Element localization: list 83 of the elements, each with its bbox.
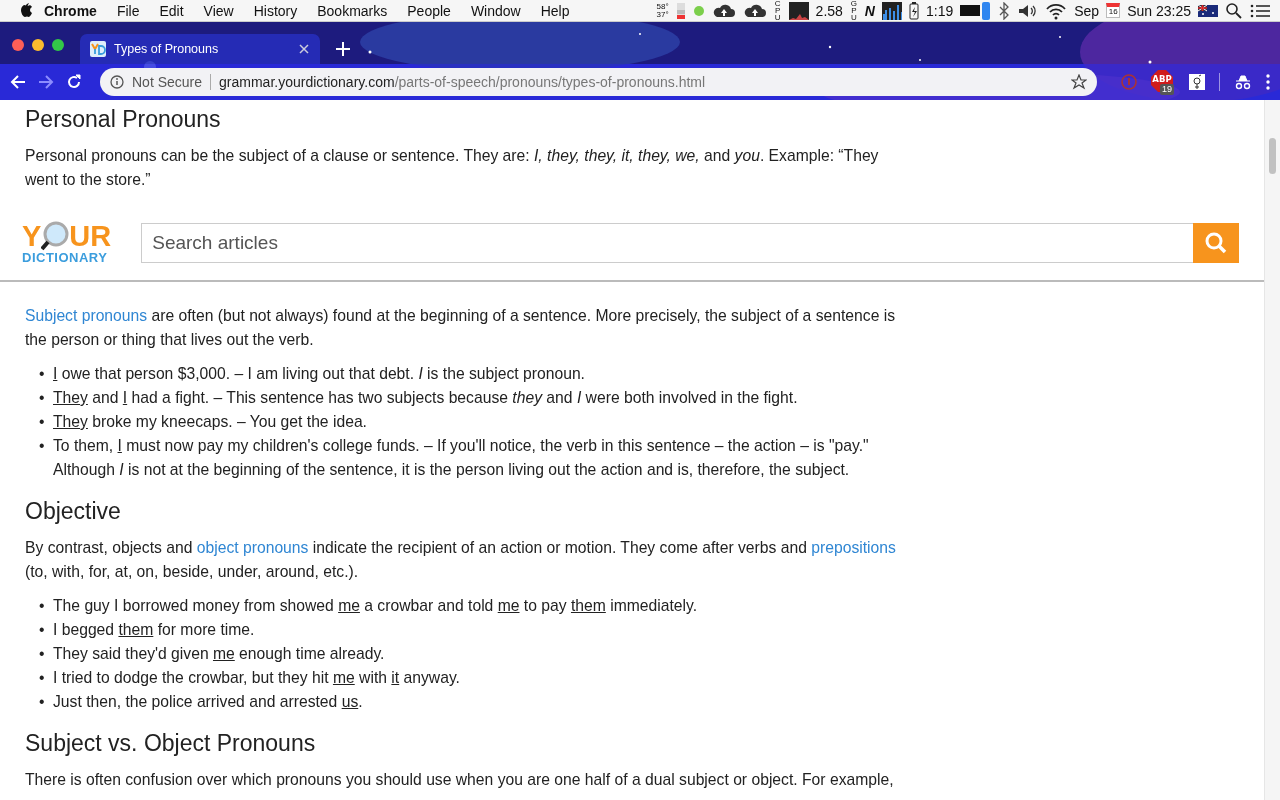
menu-item[interactable]: History: [243, 2, 308, 19]
search-field[interactable]: Search articles: [141, 222, 1193, 263]
close-window-button[interactable]: [12, 39, 24, 51]
zoom-window-button[interactable]: [52, 39, 64, 51]
search-icon: [1205, 231, 1227, 254]
scroll-thumb[interactable]: [1269, 138, 1276, 174]
paragraph: By contrast, objects and object pronouns indicate the recipient of an action or motion. They come after verbs and prepositions (to, with, for, at, on, beside, under, around, etc.).: [25, 538, 897, 582]
temperature-reading: 37°: [656, 10, 669, 19]
text-link[interactable]: prepositions: [811, 539, 896, 556]
bullet: •: [39, 692, 45, 712]
gpu-label: GPU: [849, 0, 858, 21]
bullet: •: [39, 644, 45, 664]
menu-item[interactable]: View: [193, 2, 244, 19]
list-item: They and I had a fight. – This sentence has two subjects because they and I were both involved in the fight.: [53, 388, 798, 408]
count-badge: 19: [1160, 84, 1174, 95]
app-menu[interactable]: Chrome: [34, 2, 107, 19]
incognito-icon[interactable]: [1234, 74, 1252, 90]
back-icon[interactable]: [10, 74, 26, 90]
menu-item[interactable]: People: [397, 2, 461, 19]
wifi-icon[interactable]: [1045, 1, 1068, 20]
adblock-extension-icon[interactable]: ABP 19: [1151, 70, 1175, 94]
security-label: Not Secure: [132, 74, 212, 90]
bullet: •: [39, 412, 45, 432]
site-favicon-icon: [90, 41, 106, 57]
menu-item[interactable]: Window: [460, 2, 531, 19]
network-label: N: [864, 2, 875, 19]
flag-icon[interactable]: [1198, 4, 1218, 17]
list-item: They broke my kneecaps. – You get the idea.: [53, 412, 367, 432]
bullet: •: [39, 388, 45, 408]
gender-symbol-icon[interactable]: [1189, 74, 1205, 90]
close-icon[interactable]: [298, 43, 310, 55]
list-item: They said they'd given me enough time already.: [53, 644, 385, 664]
bullet: •: [39, 596, 45, 616]
list-item: The guy I borrowed money from showed me a crowbar and told me to pay them immediately.: [53, 596, 698, 616]
list-item: Just then, the police arrived and arrested us.: [53, 692, 363, 712]
browser-tab[interactable]: Types of Pronouns: [80, 34, 320, 64]
menu-icon[interactable]: [1266, 74, 1270, 90]
section-heading: Objective: [25, 497, 122, 526]
new-tab-icon[interactable]: [336, 42, 350, 56]
star-icon[interactable]: [1071, 74, 1087, 90]
magnifier-icon: [41, 221, 70, 251]
list-item: I tried to dodge the crowbar, but they hit me with it anyway.: [53, 668, 460, 688]
bullet: •: [39, 668, 45, 688]
menu-item[interactable]: Bookmarks: [307, 2, 398, 19]
scrollbar[interactable]: [1264, 100, 1280, 800]
temperature-reading: 58°: [656, 2, 669, 11]
bullet: •: [39, 620, 45, 640]
menu-item[interactable]: Help: [530, 2, 580, 19]
paragraph: There is often confusion over which pronouns you should use when you are one half of a dual subject or object. For example,: [25, 770, 895, 790]
display-status-icon[interactable]: [960, 1, 991, 20]
list-item: I owe that person $3,000. – I am living out that debt. I is the subject pronoun.: [53, 364, 585, 384]
paragraph: Personal pronouns can be the subject of a clause or sentence. They are: I, they, they, it, they, we, and you. Example: “They went to the store.”: [25, 146, 880, 190]
battery-icon[interactable]: [909, 1, 919, 20]
section-heading: Personal Pronouns: [25, 105, 222, 134]
menu-item[interactable]: File: [106, 2, 150, 19]
list-item: I begged them for more time.: [53, 620, 255, 640]
clock[interactable]: Sun 23:25: [1127, 2, 1191, 19]
bullet: •: [39, 436, 45, 456]
status-dot-icon[interactable]: [692, 4, 705, 17]
cpu-label: CPU: [773, 0, 782, 21]
calendar-icon[interactable]: 16: [1106, 3, 1121, 18]
tab-title: Types of Pronouns: [114, 42, 220, 56]
load-average: 2.58: [815, 2, 843, 19]
date-month: Sep: [1074, 2, 1100, 19]
text-link[interactable]: Subject pronouns: [25, 307, 148, 324]
section-heading: Subject vs. Object Pronouns: [25, 729, 317, 758]
list-item: To them, I must now pay my children's college funds. – If you'll notice, the verb in this sentence – the action – is "pay." Although I is not at the beginning of the sentence, it is the person living out the action and is, therefore, the subject.: [53, 436, 870, 480]
info-icon[interactable]: [110, 75, 124, 89]
reload-icon[interactable]: [66, 74, 82, 90]
battery-time: 1:19: [926, 2, 954, 19]
search-icon[interactable]: [1225, 1, 1243, 20]
forward-icon[interactable]: [38, 74, 54, 90]
paragraph: Subject pronouns are often (but not always) found at the beginning of a sentence. More precisely, the subject of a sentence is the person or thing that lives out the verb.: [25, 306, 897, 350]
network-graph-icon[interactable]: [882, 1, 902, 20]
text-link[interactable]: object pronouns: [196, 539, 309, 556]
menu-item[interactable]: Edit: [149, 2, 194, 19]
address-bar[interactable]: Not Secure grammar.yourdictionary.com/parts-of-speech/pronouns/types-of-pronouns.html: [100, 68, 1097, 96]
cpu-graph-icon[interactable]: [788, 1, 809, 20]
apple-logo-icon[interactable]: [18, 2, 34, 19]
minimize-window-button[interactable]: [32, 39, 44, 51]
url-text: grammar.yourdictionary.com/parts-of-speech/pronouns/types-of-pronouns.html: [219, 74, 706, 90]
memory-meter-icon[interactable]: [675, 1, 686, 20]
bullet: •: [39, 364, 45, 384]
